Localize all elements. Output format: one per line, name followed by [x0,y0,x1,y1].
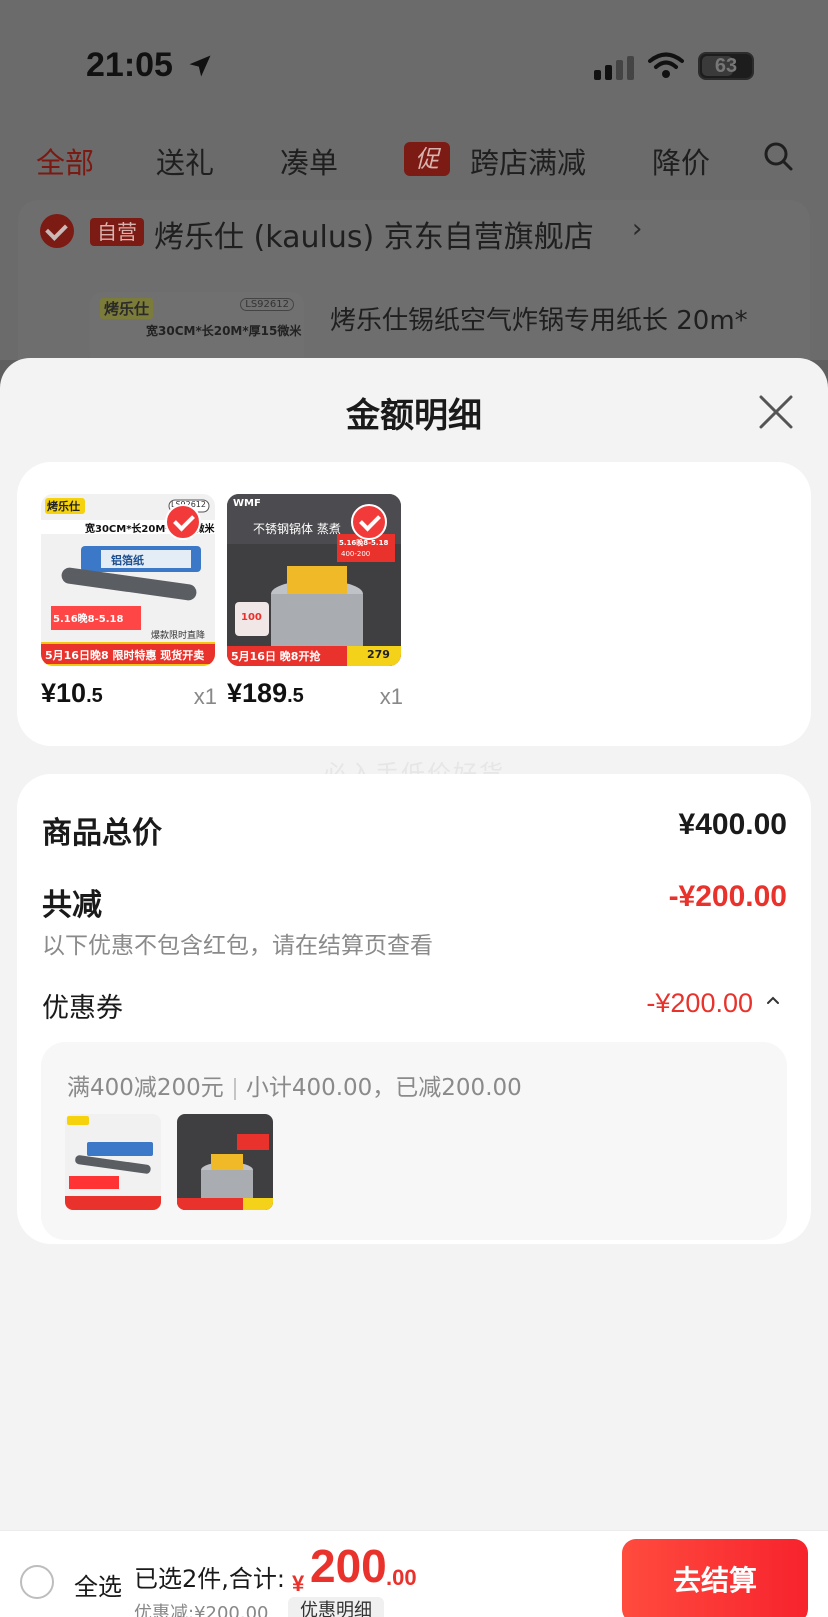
product-title: 烤乐仕锡纸空气炸锅专用纸长 20m* [330,306,748,336]
item-promo-price: 400-200 [341,550,371,558]
item-promo-line: 爆款限时直降 [151,631,206,641]
selected-items-card: 烤乐仕 LS92612 宽30CM*长20M*厚15微米 铝箔纸 5.16晚8-… [17,462,811,746]
item-image-price: 279 [367,648,390,661]
price-int: 10 [56,678,87,708]
discount-detail-button[interactable]: 优惠明细 [288,1597,384,1617]
coupon-rule-threshold: 满400减200元 [67,1075,224,1101]
total-price-label: 商品总价 [42,816,162,851]
price-summary-card: 商品总价 ¥400.00 共减 -¥200.00 以下优惠不包含红包，请在结算页… [17,774,811,1244]
status-time: 21:05 [86,46,173,84]
sheet-title: 金额明细 [346,396,482,436]
total-currency-symbol: ¥ [292,1571,305,1596]
total-price-value: ¥400.00 [678,808,787,841]
item-price: ¥10.5 [41,678,103,709]
coupon-rule: 满400减200元 小计400.00，已减200.00 [67,1068,522,1102]
close-icon[interactable] [756,392,796,432]
discount-summary: 优惠减:¥200.00 [134,1603,269,1617]
price-symbol: ¥ [227,678,243,708]
item-foil-label: 铝箔纸 [111,554,144,567]
item-selected-check-icon[interactable] [351,504,387,540]
store-checkbox[interactable] [40,214,74,248]
promo-badge: 促 [404,142,450,176]
item-tag-price: 100 [241,612,262,623]
product-brand-label: 烤乐仕 [100,298,154,319]
price-dec: .5 [287,685,304,707]
item-brand-label: 烤乐仕 [47,500,80,513]
location-arrow-icon [189,55,211,77]
total-amount-int: 200 [310,1540,387,1592]
checkout-button[interactable]: 去结算 [622,1539,808,1617]
discount-note: 以下优惠不包含红包，请在结算页查看 [42,933,433,959]
item-brand-label: WMF [233,498,261,509]
discount-total-value: -¥200.00 [668,880,787,913]
item-promo-date: 5.16晚8-5.18 [53,614,124,625]
price-symbol: ¥ [41,678,57,708]
coupon-item-thumbnail [65,1114,161,1210]
pot-product-image [177,1114,273,1210]
item-selected-check-icon[interactable] [165,504,201,540]
foil-product-image [65,1114,161,1210]
price-int: 189 [242,678,288,708]
item-banner: 5月16日 晚8开抢 [231,650,321,663]
item-banner: 5月16日晚8 限时特惠 现货开卖 [45,649,205,662]
background-page: 21:05 63 全部 送礼 凑单 促 跨店满减 降价 自营 烤乐仕 (kaul… [0,0,828,400]
coupon-label[interactable]: 优惠券 [42,986,123,1025]
coupon-item-thumbnail [177,1114,273,1210]
cellular-signal-icon [594,56,634,80]
select-all-radio[interactable] [20,1565,54,1599]
coupon-rule-subtotal: 小计400.00，已减200.00 [245,1075,522,1101]
checkout-bar: 全选 已选2件,合计: ¥ 200 .00 优惠减:¥200.00 优惠明细 去… [0,1530,828,1617]
divider [233,1077,236,1100]
discount-total-label: 共减 [42,888,102,923]
battery-icon: 63 [698,52,754,80]
select-all-label[interactable]: 全选 [74,1567,122,1602]
chevron-up-icon[interactable] [765,992,781,1008]
category-tabs: 全部 送礼 凑单 促 跨店满减 降价 [0,130,828,186]
wifi-icon [648,52,684,78]
item-quantity: x1 [379,684,403,709]
total-amount-dec: .00 [386,1565,417,1590]
search-icon[interactable] [762,140,794,172]
product-code-label: LS92612 [240,298,294,311]
product-spec-label: 宽30CM*长20M*厚15微米 [146,324,302,338]
coupon-detail-panel: 满400减200元 小计400.00，已减200.00 [41,1042,787,1240]
item-promo-date: 5.16晚8-5.18 [339,539,389,547]
item-price: ¥189.5 [227,678,304,709]
item-quantity: x1 [193,684,217,709]
item-title-label: 不锈钢锅体 蒸煮 [253,522,341,536]
chevron-right-icon[interactable]: › [632,214,642,244]
tab-all[interactable]: 全部 [36,140,94,182]
self-operated-badge: 自营 [90,218,144,246]
price-dec: .5 [86,685,103,707]
tab-bundle[interactable]: 凑单 [280,140,338,182]
amount-detail-sheet: 金额明细 烤乐仕 LS92612 [0,358,828,1617]
coupon-value[interactable]: -¥200.00 [646,988,753,1019]
selected-count-text: 已选2件,合计: [134,1565,285,1593]
tab-cross-store-discount[interactable]: 跨店满减 [470,140,586,182]
battery-percent: 63 [714,55,738,77]
tab-gift[interactable]: 送礼 [156,140,214,182]
status-bar: 21:05 63 [0,40,828,100]
tab-price-drop[interactable]: 降价 [652,140,710,182]
store-name[interactable]: 烤乐仕 (kaulus) 京东自营旗舰店 [154,212,594,256]
